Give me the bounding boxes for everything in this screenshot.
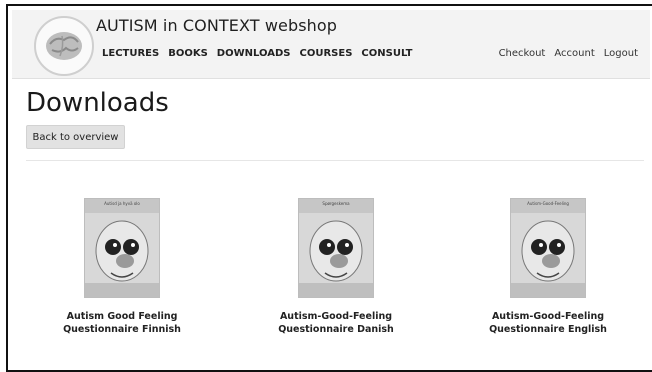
- product-cover-image[interactable]: Autism-Good-Feeling: [510, 198, 586, 298]
- product-card-english[interactable]: Autism-Good-Feeling Autism-Good-Feeling …: [468, 198, 628, 336]
- product-title[interactable]: Autism-Good-Feeling Questionnaire Danish: [256, 310, 416, 336]
- site-header: AUTISM in CONTEXT webshop LECTURES BOOKS…: [12, 10, 650, 79]
- product-title[interactable]: Autism-Good-Feeling Questionnaire Englis…: [468, 310, 628, 336]
- site-title[interactable]: AUTISM in CONTEXT webshop: [96, 16, 337, 35]
- divider: [26, 160, 644, 161]
- brain-logo-icon[interactable]: [34, 16, 94, 76]
- product-card-finnish[interactable]: Autisd ja hyvä olo Autism Good Feeling Q…: [42, 198, 202, 336]
- product-card-danish[interactable]: Spørgeskema Autism-Good-Feeling Question…: [256, 198, 416, 336]
- logout-link[interactable]: Logout: [604, 48, 638, 59]
- cover-heading: Spørgeskema: [322, 201, 350, 206]
- product-cover-image[interactable]: Autisd ja hyvä olo: [84, 198, 160, 298]
- cover-heading: Autisd ja hyvä olo: [104, 201, 140, 206]
- cover-heading: Autism-Good-Feeling: [527, 201, 569, 206]
- nav-consult[interactable]: CONSULT: [361, 48, 412, 59]
- main-nav: LECTURES BOOKS DOWNLOADS COURSES CONSULT: [102, 48, 412, 59]
- product-title[interactable]: Autism Good Feeling Questionnaire Finnis…: [42, 310, 202, 336]
- nav-courses[interactable]: COURSES: [300, 48, 353, 59]
- page-title: Downloads: [26, 88, 169, 118]
- checkout-link[interactable]: Checkout: [499, 48, 546, 59]
- face-illustration-icon: [511, 220, 585, 297]
- product-cover-image[interactable]: Spørgeskema: [298, 198, 374, 298]
- nav-lectures[interactable]: LECTURES: [102, 48, 159, 59]
- nav-downloads[interactable]: DOWNLOADS: [217, 48, 291, 59]
- back-to-overview-button[interactable]: Back to overview: [26, 125, 125, 149]
- face-illustration-icon: [299, 220, 373, 297]
- face-illustration-icon: [85, 220, 159, 297]
- nav-books[interactable]: BOOKS: [168, 48, 208, 59]
- account-link[interactable]: Account: [554, 48, 594, 59]
- user-nav: Checkout Account Logout: [499, 48, 638, 59]
